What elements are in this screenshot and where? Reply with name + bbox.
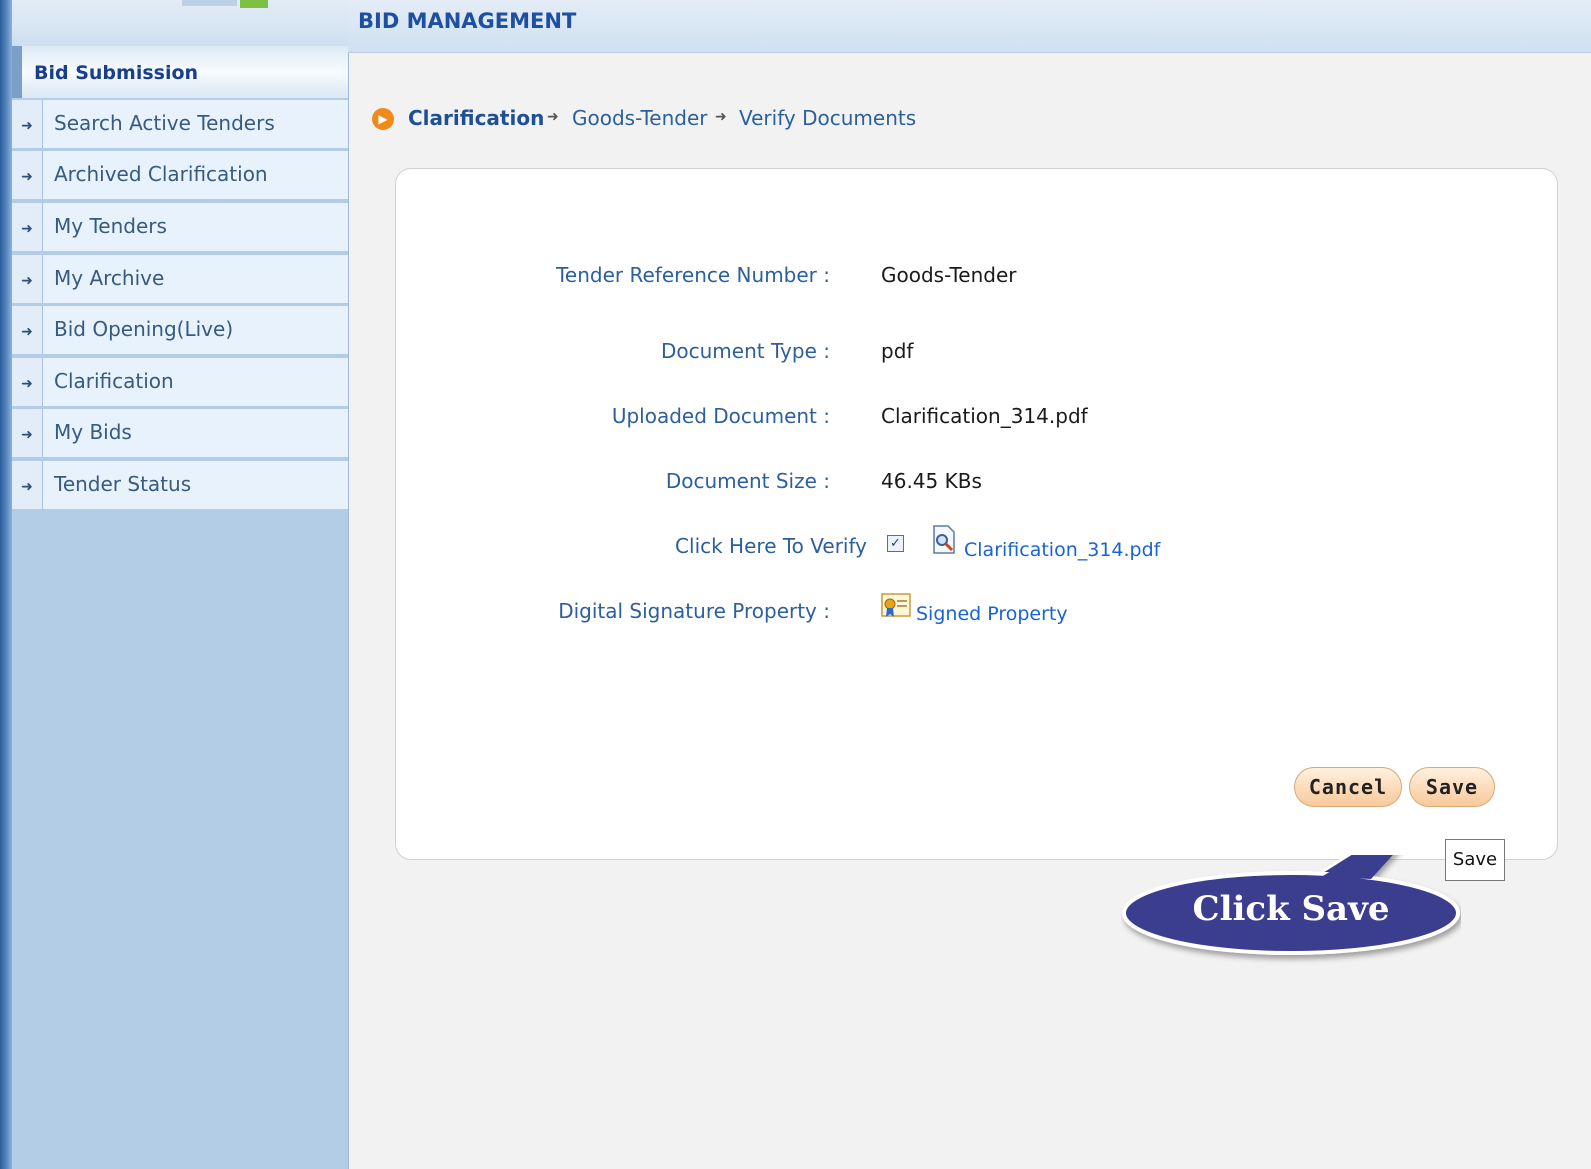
cancel-button[interactable]: Cancel: [1294, 767, 1402, 807]
sidebar-item-label: My Bids: [54, 420, 132, 444]
document-type-label: Document Type :: [660, 339, 830, 363]
tender-ref-label: Tender Reference Number :: [556, 263, 830, 287]
breadcrumb-item-verify-documents: Verify Documents: [739, 106, 917, 130]
sidebar-item-my-tenders[interactable]: ➜ My Tenders: [12, 203, 348, 254]
sidebar-item-label: Archived Clarification: [54, 162, 268, 186]
document-size-value: 46.45 KBs: [881, 469, 982, 493]
sidebar-item-my-bids[interactable]: ➜ My Bids: [12, 409, 348, 460]
arrow-right-icon: ➜: [12, 306, 43, 354]
uploaded-document-value: Clarification_314.pdf: [881, 404, 1088, 428]
window-left-edge: [0, 0, 12, 1169]
arrow-right-icon: ➜: [12, 409, 43, 457]
certificate-icon: [881, 593, 911, 617]
sidebar-item-label: Search Active Tenders: [54, 111, 275, 135]
sidebar-item-clarification[interactable]: ➜ Clarification: [12, 358, 348, 409]
verify-label: Click Here To Verify: [675, 534, 867, 558]
uploaded-document-label: Uploaded Document :: [611, 404, 830, 428]
verify-checkbox[interactable]: ✓: [887, 535, 904, 552]
arrow-right-icon: ➜: [12, 100, 43, 148]
arrow-right-icon: ➜: [12, 461, 43, 509]
arrow-right-icon: ➜: [12, 255, 43, 303]
sidebar-section-title: Bid Submission: [34, 62, 199, 84]
signed-property-link[interactable]: Signed Property: [916, 603, 1068, 625]
save-button[interactable]: Save: [1409, 767, 1495, 807]
sidebar-item-search-active-tenders[interactable]: ➜ Search Active Tenders: [12, 100, 348, 151]
document-size-label: Document Size :: [665, 469, 830, 493]
breadcrumb-separator-icon: ➜: [715, 109, 727, 125]
document-type-value: pdf: [881, 339, 914, 363]
play-circle-icon: ▶: [372, 108, 394, 130]
breadcrumb-separator-icon: ➜: [547, 109, 559, 125]
sidebar-section-header: Bid Submission: [12, 46, 348, 98]
document-search-icon: [933, 525, 955, 554]
logo-strip: [12, 0, 348, 46]
page-title: BID MANAGEMENT: [358, 9, 577, 33]
sidebar-item-archived-clarification[interactable]: ➜ Archived Clarification: [12, 151, 348, 202]
sidebar-item-label: My Archive: [54, 266, 165, 290]
sidebar: Bid Submission ➜ Search Active Tenders ➜…: [12, 46, 349, 1169]
arrow-right-icon: ➜: [12, 203, 43, 251]
verify-documents-panel: Tender Reference Number : Goods-Tender D…: [395, 168, 1558, 860]
sidebar-item-tender-status[interactable]: ➜ Tender Status: [12, 461, 348, 512]
sidebar-item-bid-opening-live[interactable]: ➜ Bid Opening(Live): [12, 306, 348, 357]
verify-document-link[interactable]: Clarification_314.pdf: [964, 539, 1160, 561]
callout-text: Click Save: [1192, 889, 1390, 929]
digital-signature-label: Digital Signature Property :: [558, 599, 830, 623]
arrow-right-icon: ➜: [12, 358, 43, 406]
page-header: BID MANAGEMENT: [348, 0, 1591, 53]
sidebar-item-label: Tender Status: [54, 472, 192, 496]
sidebar-item-my-archive[interactable]: ➜ My Archive: [12, 255, 348, 306]
breadcrumb-item-clarification[interactable]: Clarification: [408, 106, 544, 130]
arrow-right-icon: ➜: [12, 151, 43, 199]
sidebar-item-label: Bid Opening(Live): [54, 317, 234, 341]
tender-ref-value: Goods-Tender: [881, 263, 1017, 287]
sidebar-item-label: Clarification: [54, 369, 174, 393]
sidebar-item-label: My Tenders: [54, 214, 167, 238]
breadcrumb-item-goods-tender[interactable]: Goods-Tender: [572, 106, 708, 130]
